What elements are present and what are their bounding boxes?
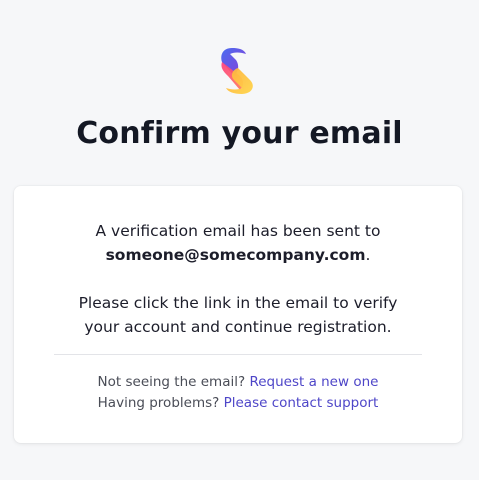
- instruction-line-1: Please click the link in the email to ve…: [78, 294, 398, 312]
- resend-prompt: Not seeing the email?: [97, 374, 246, 390]
- email-suffix: .: [365, 246, 371, 264]
- support-prompt: Having problems?: [97, 395, 220, 411]
- instruction-line-2: your account and continue registration.: [84, 318, 392, 336]
- email-address: someone@somecompany.com: [105, 246, 366, 264]
- sent-message: A verification email has been sent to: [95, 222, 381, 240]
- brand-s-logo-icon: [218, 46, 258, 96]
- confirmation-card: A verification email has been sent to so…: [14, 186, 462, 443]
- resend-row: Not seeing the email? Request a new one: [14, 374, 462, 390]
- support-row: Having problems? Please contact support: [14, 395, 462, 411]
- contact-support-link[interactable]: Please contact support: [224, 395, 379, 411]
- page-title: Confirm your email: [76, 116, 403, 151]
- email-line: someone@somecompany.com.: [14, 246, 462, 264]
- request-new-email-link[interactable]: Request a new one: [249, 374, 378, 390]
- divider: [54, 354, 422, 355]
